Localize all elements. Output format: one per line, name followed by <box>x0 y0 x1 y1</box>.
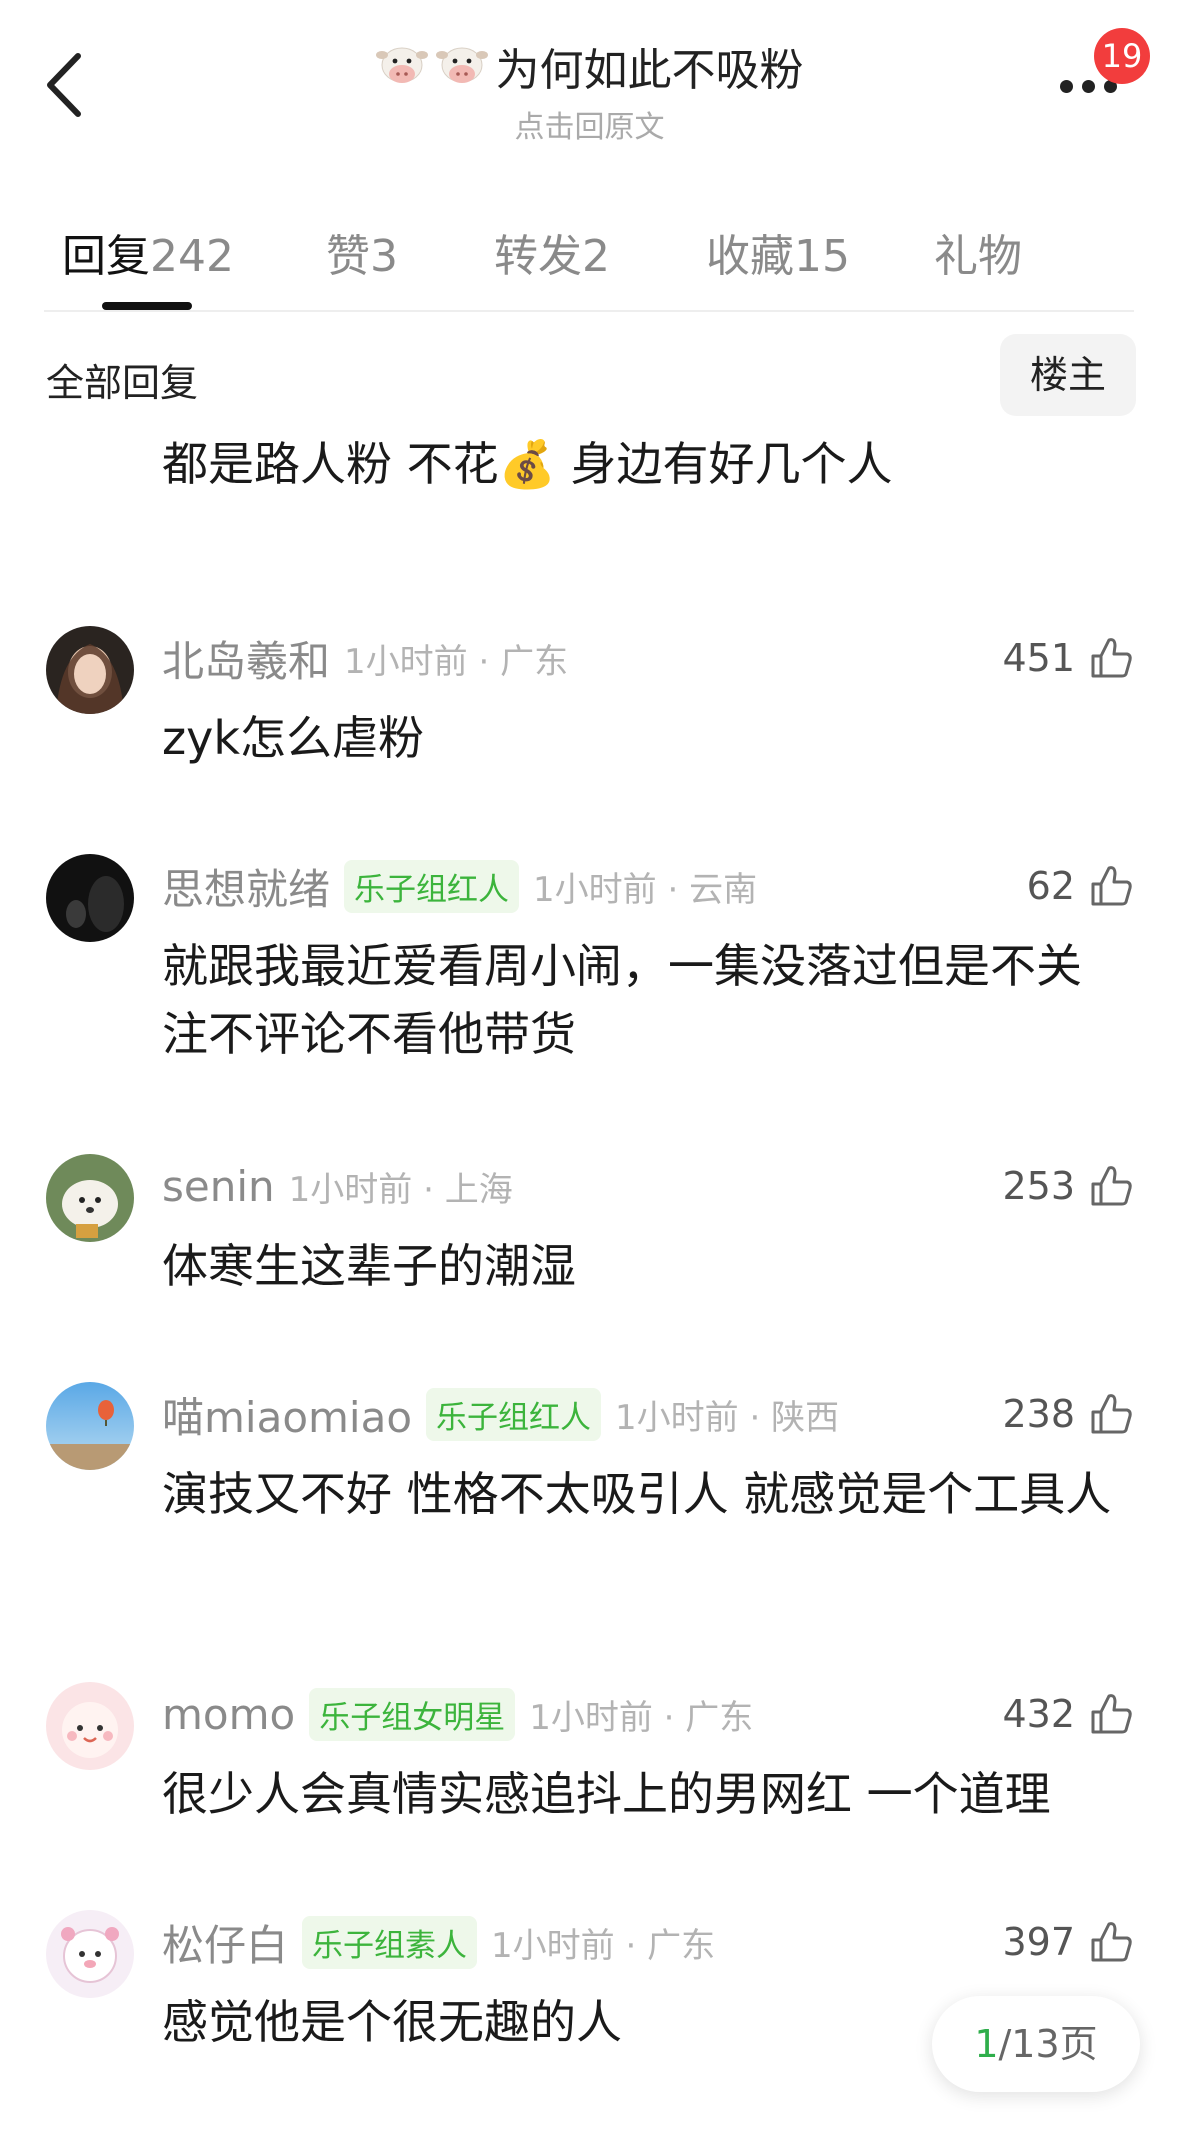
cow-face-icon <box>435 43 488 89</box>
total-pages: /13页 <box>998 2022 1098 2066</box>
like-button[interactable]: 253 <box>1002 1156 1135 1216</box>
tab-likes[interactable]: 赞3 <box>326 220 398 284</box>
comment-meta: 松仔白 乐子组素人 1小时前 · 广东 <box>162 1914 715 1970</box>
tab-label: 赞 <box>326 231 370 282</box>
tab-label: 礼物 <box>934 231 1022 282</box>
thumbs-up-icon <box>1091 1922 1132 1962</box>
tab-label: 转发 <box>494 231 582 282</box>
comment-time: 1小时前 · 云南 <box>533 869 758 910</box>
current-page: 1 <box>974 2022 999 2066</box>
tab-label: 回复 <box>62 231 150 282</box>
tab-count: 2 <box>582 231 610 282</box>
comment-time: 1小时前 · 广东 <box>344 641 569 682</box>
avatar[interactable] <box>46 1682 134 1770</box>
user-tag-badge: 乐子组素人 <box>302 1915 478 1969</box>
back-to-post-link[interactable]: 点击回原文 <box>0 102 1179 146</box>
top-bar: 为何如此不吸粉 点击回原文 19 <box>0 0 1179 170</box>
like-count: 253 <box>1002 1164 1075 1208</box>
active-tab-indicator <box>102 302 192 310</box>
tab-replies[interactable]: 回复242 <box>62 220 234 284</box>
divider <box>44 310 1134 312</box>
like-count: 432 <box>1002 1692 1075 1736</box>
comment-time: 1小时前 · 陕西 <box>615 1397 840 1438</box>
comment-meta: 北岛羲和 1小时前 · 广东 <box>162 630 568 686</box>
comment-text: 就跟我最近爱看周小闹，一集没落过但是不关注不评论不看他带货 <box>162 939 1082 1061</box>
comment-meta: senin 1小时前 · 上海 <box>162 1158 513 1214</box>
avatar[interactable] <box>46 1910 134 1998</box>
avatar[interactable] <box>46 626 134 714</box>
tab-bar: 回复242 赞3 转发2 收藏15 礼物 <box>0 210 1179 310</box>
comment-meta: 思想就绪 乐子组红人 1小时前 · 云南 <box>162 858 757 914</box>
thumbs-up-icon <box>1091 638 1132 678</box>
username[interactable]: momo <box>162 1690 295 1739</box>
tab-count: 3 <box>370 231 398 282</box>
thumbs-up-icon <box>1091 866 1132 906</box>
user-tag-badge: 乐子组女明星 <box>309 1687 516 1741</box>
like-count: 451 <box>1002 636 1075 680</box>
avatar[interactable] <box>46 854 134 942</box>
user-tag-badge: 乐子组红人 <box>344 859 520 913</box>
tab-count: 15 <box>794 231 850 282</box>
tab-label: 收藏 <box>706 231 794 282</box>
username[interactable]: 北岛羲和 <box>162 628 330 689</box>
comment-text: 体寒生这辈子的潮湿 <box>162 1239 576 1293</box>
owner-only-button[interactable]: 楼主 <box>1000 334 1136 416</box>
tab-reposts[interactable]: 转发2 <box>494 220 610 284</box>
tab-gifts[interactable]: 礼物 <box>934 220 1022 284</box>
thumbs-up-icon <box>1091 1166 1132 1206</box>
page-indicator[interactable]: 1/13页 <box>932 1996 1140 2092</box>
like-count: 397 <box>1002 1920 1075 1964</box>
like-count: 62 <box>1026 864 1075 908</box>
avatar[interactable] <box>46 1154 134 1242</box>
post-title: 为何如此不吸粉 <box>375 34 804 98</box>
more-dot-icon <box>1060 80 1073 93</box>
notification-badge: 19 <box>1094 28 1150 84</box>
comment-time: 1小时前 · 广东 <box>491 1925 716 1966</box>
all-replies-label[interactable]: 全部回复 <box>46 352 198 407</box>
like-button[interactable]: 238 <box>1002 1384 1135 1444</box>
username[interactable]: 松仔白 <box>162 1912 288 1973</box>
user-tag-badge: 乐子组红人 <box>426 1387 602 1441</box>
thumbs-up-icon <box>1091 1394 1132 1434</box>
comment-list[interactable]: 都是路人粉 不花💰 身边有好几个人 北岛羲和 1小时前 · 广东 451 zyk… <box>0 432 1179 2131</box>
username[interactable]: senin <box>162 1162 275 1211</box>
tab-favorites[interactable]: 收藏15 <box>706 220 850 284</box>
like-button[interactable]: 451 <box>1002 628 1135 688</box>
tab-count: 242 <box>150 231 234 282</box>
cow-face-icon <box>375 43 428 89</box>
comment-text: 很少人会真情实感追抖上的男网红 一个道理 <box>162 1767 1051 1821</box>
username[interactable]: 喵miaomiao <box>162 1384 412 1445</box>
comment-text: zyk怎么虐粉 <box>162 711 425 765</box>
username[interactable]: 思想就绪 <box>162 856 330 917</box>
thumbs-up-icon <box>1091 1694 1132 1734</box>
comment-meta: momo 乐子组女明星 1小时前 · 广东 <box>162 1686 753 1742</box>
comment-text: 都是路人粉 不花💰 身边有好几个人 <box>162 437 893 491</box>
like-button[interactable]: 397 <box>1002 1912 1135 1972</box>
more-dot-icon <box>1082 80 1095 93</box>
like-count: 238 <box>1002 1392 1075 1436</box>
like-button[interactable]: 432 <box>1002 1684 1135 1744</box>
avatar[interactable] <box>46 1382 134 1470</box>
title-area[interactable]: 为何如此不吸粉 点击回原文 <box>0 34 1179 146</box>
like-button[interactable]: 62 <box>1027 856 1135 916</box>
filter-row: 全部回复 楼主 <box>0 330 1179 430</box>
comment-meta: 喵miaomiao 乐子组红人 1小时前 · 陕西 <box>162 1386 839 1442</box>
comment-time: 1小时前 · 上海 <box>288 1169 513 1210</box>
comment-text: 演技又不好 性格不太吸引人 就感觉是个工具人 <box>162 1467 1112 1521</box>
post-title-text: 为何如此不吸粉 <box>495 45 804 96</box>
comment-time: 1小时前 · 广东 <box>529 1697 754 1738</box>
